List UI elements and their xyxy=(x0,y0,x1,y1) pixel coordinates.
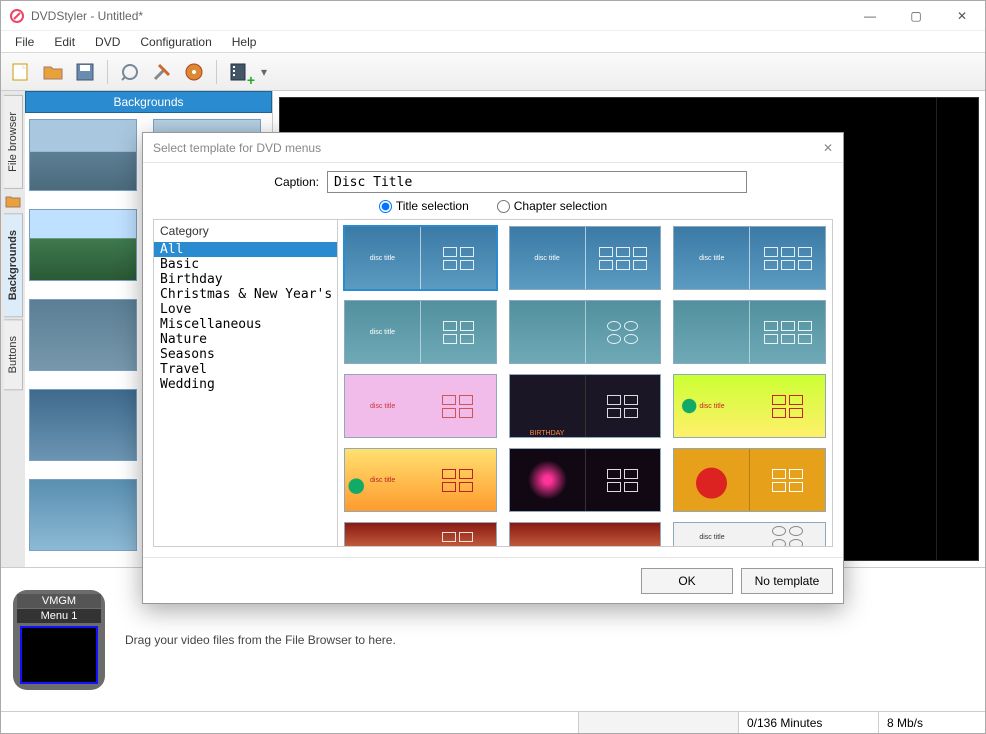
category-item[interactable]: Miscellaneous xyxy=(154,317,337,332)
template-thumb[interactable] xyxy=(673,300,826,364)
template-thumb[interactable] xyxy=(509,522,662,546)
template-thumb[interactable] xyxy=(673,448,826,512)
radio-title-label: Title selection xyxy=(396,199,469,213)
app-window: DVDStyler - Untitled* — ▢ ✕ File Edit DV… xyxy=(0,0,986,734)
category-item[interactable]: Nature xyxy=(154,332,337,347)
radio-chapter-selection[interactable]: Chapter selection xyxy=(497,199,607,213)
category-item[interactable]: Seasons xyxy=(154,347,337,362)
template-dialog: Select template for DVD menus ✕ Caption:… xyxy=(142,132,844,604)
template-thumb[interactable]: disc title xyxy=(673,522,826,546)
dialog-titlebar: Select template for DVD menus ✕ xyxy=(143,133,843,163)
radio-chapter-label: Chapter selection xyxy=(514,199,607,213)
category-item[interactable]: Wedding xyxy=(154,377,337,392)
template-thumb[interactable]: disc title xyxy=(673,374,826,438)
template-pane: disc title disc title disc title disc ti… xyxy=(338,220,832,546)
radio-title-selection[interactable]: Title selection xyxy=(379,199,469,213)
dialog-close-button[interactable]: ✕ xyxy=(823,141,833,155)
radio-title-input[interactable] xyxy=(379,200,392,213)
caption-label: Caption: xyxy=(153,175,319,189)
template-thumb[interactable]: disc title xyxy=(344,300,497,364)
category-item[interactable]: Birthday xyxy=(154,272,337,287)
category-item[interactable]: Christmas & New Year's Eve xyxy=(154,287,337,302)
no-template-button[interactable]: No template xyxy=(741,568,833,594)
template-thumb[interactable] xyxy=(344,522,497,546)
template-thumb[interactable]: BIRTHDAY xyxy=(509,374,662,438)
template-thumb[interactable] xyxy=(509,300,662,364)
category-item[interactable]: All xyxy=(154,242,337,257)
caption-input[interactable] xyxy=(327,171,747,193)
category-item[interactable]: Travel xyxy=(154,362,337,377)
category-label: Category xyxy=(154,220,337,242)
template-thumb[interactable]: disc title xyxy=(344,226,497,290)
template-thumb[interactable]: disc title xyxy=(673,226,826,290)
modal-layer: Select template for DVD menus ✕ Caption:… xyxy=(0,0,986,734)
radio-chapter-input[interactable] xyxy=(497,200,510,213)
template-scroll[interactable]: disc title disc title disc title disc ti… xyxy=(338,220,832,546)
dialog-title: Select template for DVD menus xyxy=(153,141,321,155)
category-pane: Category AllBasicBirthdayChristmas & New… xyxy=(154,220,338,546)
template-thumb[interactable]: disc title xyxy=(344,374,497,438)
template-thumb[interactable]: disc title xyxy=(509,226,662,290)
category-item[interactable]: Love xyxy=(154,302,337,317)
template-thumb[interactable] xyxy=(509,448,662,512)
category-item[interactable]: Basic xyxy=(154,257,337,272)
category-list[interactable]: AllBasicBirthdayChristmas & New Year's E… xyxy=(154,242,337,546)
template-thumb[interactable]: disc title xyxy=(344,448,497,512)
template-grid: disc title disc title disc title disc ti… xyxy=(344,226,826,546)
ok-button[interactable]: OK xyxy=(641,568,733,594)
